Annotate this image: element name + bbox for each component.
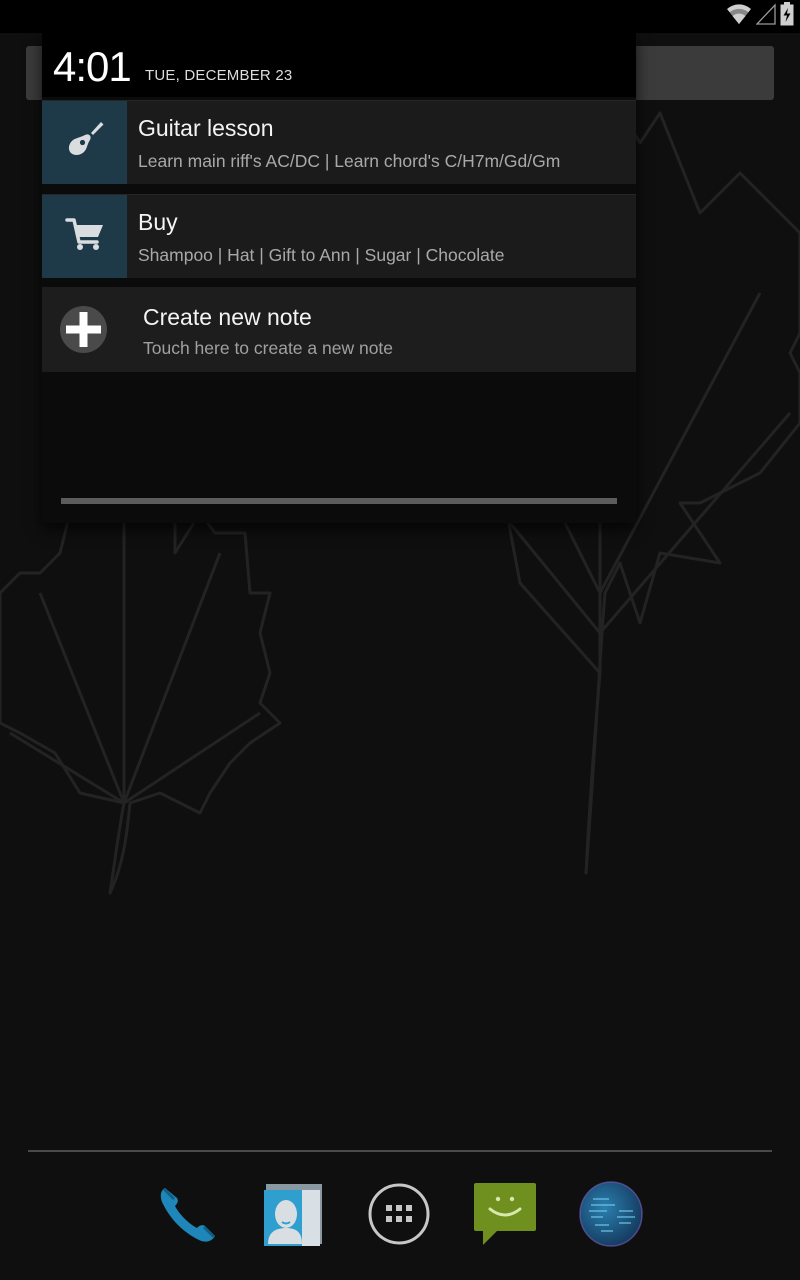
widget-scrollbar[interactable] (61, 498, 617, 504)
create-note-title: Create new note (143, 304, 312, 330)
create-new-note-button[interactable]: Create new note Touch here to create a n… (42, 287, 636, 372)
note-icon-box (42, 195, 127, 278)
note-item-buy[interactable]: Buy Shampoo | Hat | Gift to Ann | Sugar … (42, 194, 636, 278)
create-note-subtitle: Touch here to create a new note (143, 338, 394, 358)
dock-item-messaging[interactable] (470, 1180, 540, 1252)
note-item-guitar-lesson[interactable]: Guitar lesson Learn main riff's AC/DC | … (42, 100, 636, 184)
cell-signal-icon (755, 3, 776, 30)
dock-divider (28, 1150, 772, 1152)
plus-icon (60, 306, 107, 353)
dock-item-all-apps[interactable] (364, 1180, 434, 1252)
clock-time[interactable]: 4:01 (53, 43, 132, 91)
dock-item-browser[interactable] (576, 1180, 646, 1252)
clock-date[interactable]: TUE, DECEMBER 23 (145, 67, 292, 84)
shopping-cart-icon (64, 216, 105, 257)
messaging-icon (473, 1181, 537, 1252)
note-icon-box (42, 101, 127, 184)
guitar-icon (65, 120, 105, 165)
phone-icon (155, 1182, 219, 1251)
contacts-icon (262, 1182, 324, 1251)
battery-charging-icon (780, 2, 794, 31)
dock-item-contacts[interactable] (258, 1180, 328, 1252)
note-title: Guitar lesson (138, 115, 274, 141)
app-drawer-icon (367, 1182, 431, 1251)
widget-header: 4:01 TUE, DECEMBER 23 (42, 33, 636, 97)
dock (0, 1180, 800, 1252)
wifi-icon (726, 3, 752, 30)
note-subtitle: Learn main riff's AC/DC | Learn chord's … (138, 151, 561, 171)
browser-globe-icon (579, 1180, 643, 1252)
dock-item-phone[interactable] (152, 1180, 222, 1252)
status-icons (726, 2, 794, 31)
status-bar[interactable] (0, 0, 800, 33)
note-subtitle: Shampoo | Hat | Gift to Ann | Sugar | Ch… (138, 245, 505, 265)
note-title: Buy (138, 209, 178, 235)
notes-widget: 4:01 TUE, DECEMBER 23 Guitar lesson Lear… (42, 33, 636, 523)
